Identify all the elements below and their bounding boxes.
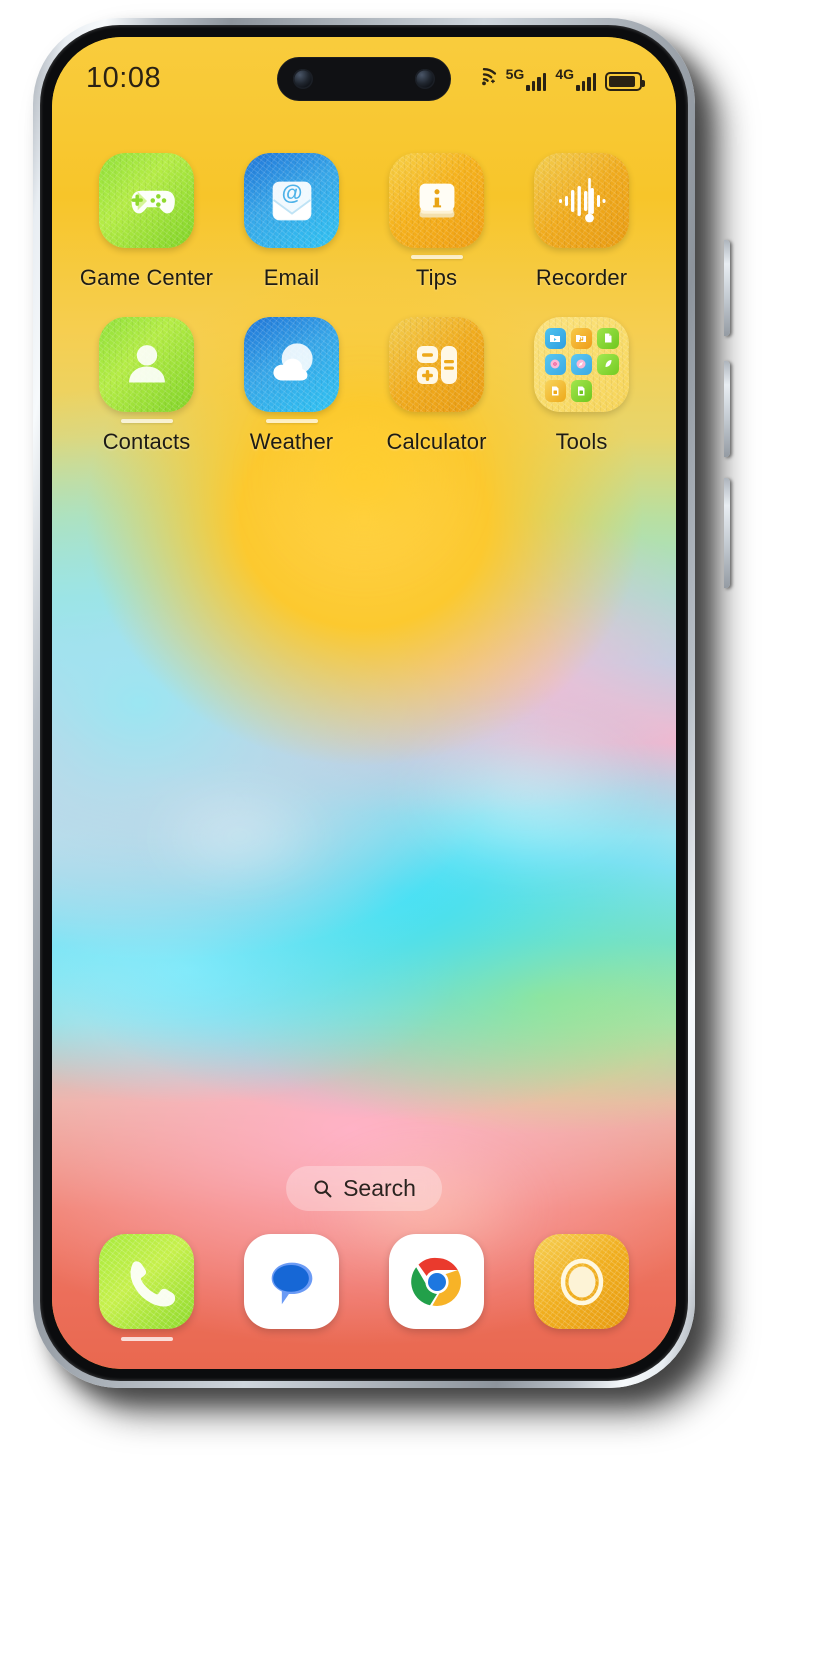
battery-level-fill [609, 76, 635, 87]
leaf-icon [597, 353, 619, 376]
app-label: Contacts [102, 429, 191, 454]
battery-icon [605, 72, 645, 91]
app-label: Calculator [386, 429, 487, 454]
app-label: Email [263, 265, 320, 290]
app-label: Recorder [535, 265, 628, 290]
status-bar-time: 10:08 [86, 61, 162, 94]
calculator-icon [416, 345, 457, 384]
waveform-icon [558, 177, 605, 222]
folder-empty-slot [597, 380, 618, 401]
dock-app-phone[interactable] [74, 1234, 219, 1341]
signal-bars [576, 71, 596, 91]
icon-underbar [265, 419, 318, 423]
power-button[interactable] [724, 478, 730, 588]
signal-4g-icon: 4G [555, 67, 596, 91]
tips-icon-tile[interactable] [389, 153, 484, 248]
volume-down-button[interactable] [724, 361, 730, 457]
recorder-icon-tile[interactable] [534, 153, 629, 248]
search-icon [314, 1180, 332, 1198]
messages-icon-tile[interactable] [244, 1234, 339, 1329]
app-grid: Game Center @ Email Tips Recorder Contac… [52, 153, 676, 455]
compass-icon [570, 353, 593, 376]
phone-icon-tile[interactable] [99, 1234, 194, 1329]
dock-app-messages[interactable] [219, 1234, 364, 1341]
app-folder-tools[interactable]: Tools [509, 317, 654, 455]
face-sensor-icon [415, 69, 435, 89]
app-tips[interactable]: Tips [364, 153, 509, 291]
dock-underbar [120, 1337, 173, 1341]
wifi-icon [471, 65, 497, 91]
folder-preview-grid [544, 327, 619, 402]
phone-device-frame: 10:08 5G 4G Game Center @ Email Tips Rec… [33, 18, 730, 1388]
weather-icon-tile[interactable] [244, 317, 339, 412]
signal-bars [526, 71, 547, 91]
dock [52, 1234, 676, 1341]
person-icon [128, 344, 165, 382]
dock-app-chrome[interactable] [364, 1234, 509, 1341]
app-label: Tips [415, 265, 458, 290]
contacts-icon-tile[interactable] [99, 317, 194, 412]
app-game-center[interactable]: Game Center [74, 153, 219, 291]
disc-icon [544, 353, 566, 376]
chrome-icon-tile[interactable] [389, 1234, 484, 1329]
search-label: Search [343, 1175, 416, 1201]
phone-screen: 10:08 5G 4G Game Center @ Email Tips Rec… [52, 37, 676, 1369]
game-center-icon-tile[interactable] [99, 153, 194, 248]
phone-bezel: 10:08 5G 4G Game Center @ Email Tips Rec… [40, 25, 688, 1381]
calculator-icon-tile[interactable] [389, 317, 484, 412]
app-email[interactable]: @ Email [219, 153, 364, 291]
search-bar[interactable]: Search [286, 1166, 442, 1211]
message-bubble-icon [271, 1262, 312, 1304]
chrome-icon [410, 1257, 461, 1306]
signal-5g-icon: 5G [506, 67, 547, 91]
phone-handset-icon [129, 1260, 175, 1307]
sim-card-green-icon [570, 380, 593, 402]
sim-card-icon [544, 380, 566, 402]
info-card-icon [419, 183, 454, 217]
app-label: Game Center [79, 265, 214, 290]
sun-cloud-icon [272, 342, 313, 380]
app-recorder[interactable]: Recorder [509, 153, 654, 291]
volume-up-button[interactable] [724, 240, 730, 336]
envelope-at-icon: @ [272, 181, 311, 220]
camera-ring-icon [560, 1258, 603, 1305]
app-label: Weather [249, 429, 334, 454]
document-icon [597, 327, 619, 349]
front-camera-icon [293, 69, 313, 89]
tools-folder-tile[interactable] [534, 317, 629, 412]
svg-text:@: @ [281, 181, 302, 205]
dynamic-island [277, 57, 451, 101]
icon-underbar [410, 255, 463, 259]
email-icon-tile[interactable]: @ [244, 153, 339, 248]
status-bar-indicators: 5G 4G [471, 65, 645, 91]
app-calculator[interactable]: Calculator [364, 317, 509, 455]
app-weather[interactable]: Weather [219, 317, 364, 455]
app-label: Tools [555, 429, 608, 454]
video-folder-icon [544, 327, 566, 349]
music-folder-icon [570, 327, 593, 349]
gamepad-icon [127, 190, 175, 213]
dock-app-camera[interactable] [509, 1234, 654, 1341]
icon-underbar [120, 419, 173, 423]
app-contacts[interactable]: Contacts [74, 317, 219, 455]
camera-icon-tile[interactable] [534, 1234, 629, 1329]
